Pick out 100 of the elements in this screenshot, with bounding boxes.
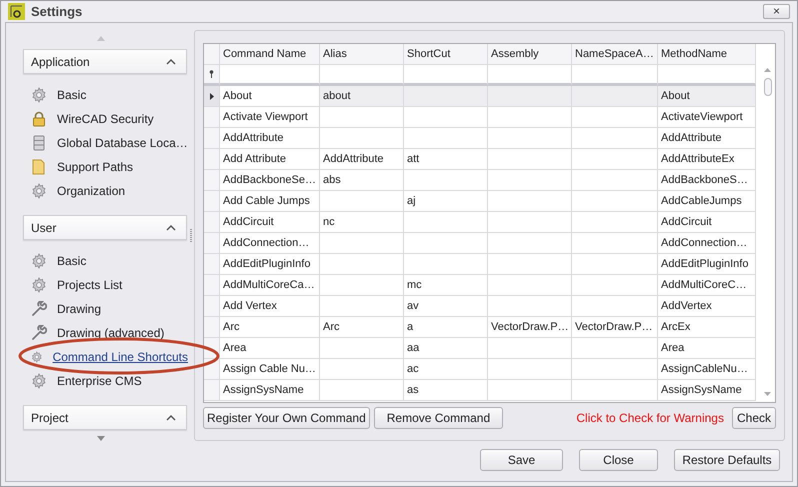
close-button[interactable]: × xyxy=(763,4,790,19)
table-cell: Area xyxy=(220,338,320,359)
column-header[interactable]: Command Name xyxy=(220,44,320,65)
table-cell: AddVertex xyxy=(658,296,756,317)
table-cell: AddEditPluginInfo xyxy=(658,254,756,275)
table-cell: abs xyxy=(320,170,404,191)
collapse-icon[interactable] xyxy=(166,414,176,420)
group-header[interactable]: Project xyxy=(23,405,187,430)
warning-link[interactable]: Click to Check for Warnings xyxy=(576,411,724,425)
table-cell: Add Attribute xyxy=(220,149,320,170)
table-cell: AddAttributeEx xyxy=(658,149,756,170)
table-cell: AssignCableNu… xyxy=(658,359,756,380)
current-row-icon xyxy=(210,92,214,100)
gear-icon xyxy=(31,277,47,293)
scroll-up-icon[interactable] xyxy=(96,36,104,41)
sidebar-item[interactable]: Enterprise CMS xyxy=(57,374,142,388)
sidebar-item[interactable]: Drawing (advanced) xyxy=(57,326,164,340)
table-cell: about xyxy=(320,86,404,107)
table-cell: About xyxy=(220,86,320,107)
sidebar-item[interactable]: Projects List xyxy=(57,278,122,292)
sidebar-item[interactable]: Organization xyxy=(57,184,126,198)
sidebar-item[interactable]: Global Database Loca… xyxy=(57,136,188,150)
table-cell: VectorDraw.P… xyxy=(488,317,572,338)
table-cell: AddBackboneS… xyxy=(658,170,756,191)
app-logo-icon xyxy=(8,3,25,20)
table-cell: aj xyxy=(404,191,488,212)
gear-icon xyxy=(31,373,47,389)
column-header[interactable]: ShortCut xyxy=(404,44,488,65)
table-cell: AddMultiCoreC… xyxy=(658,275,756,296)
table-cell: att xyxy=(404,149,488,170)
sidebar-item[interactable]: Basic xyxy=(57,88,86,102)
save-button[interactable]: Save xyxy=(480,449,563,471)
table-cell: AddAttribute xyxy=(320,149,404,170)
gear-icon xyxy=(31,349,43,365)
group-header[interactable]: User xyxy=(23,215,187,240)
collapse-icon[interactable] xyxy=(166,58,176,64)
table-cell: AddConnection… xyxy=(658,233,756,254)
table-cell: AddEditPluginInfo xyxy=(220,254,320,275)
group-title: Project xyxy=(31,410,68,424)
gear-icon xyxy=(31,253,47,269)
folder-icon xyxy=(31,159,47,175)
scroll-down-icon[interactable] xyxy=(764,392,771,396)
scroll-down-icon[interactable] xyxy=(96,436,104,441)
table-cell: AddAttribute xyxy=(658,128,756,149)
filter-field[interactable] xyxy=(572,65,658,86)
filter-field[interactable] xyxy=(404,65,488,86)
sidebar-item[interactable]: Drawing xyxy=(57,302,102,316)
table-cell: AddMultiCoreCa… xyxy=(220,275,320,296)
sidebar-item[interactable]: Support Paths xyxy=(57,160,134,174)
gear-icon xyxy=(31,87,47,103)
table-cell: as xyxy=(404,380,488,401)
table-cell: nc xyxy=(320,212,404,233)
filter-field[interactable] xyxy=(488,65,572,86)
table-cell: VectorDraw.P… xyxy=(572,317,658,338)
row-indicator[interactable] xyxy=(204,86,220,107)
table-cell: Add Vertex xyxy=(220,296,320,317)
check-button[interactable]: Check xyxy=(732,407,776,429)
group-title: Application xyxy=(31,54,90,68)
table-cell: About xyxy=(658,86,756,107)
table-cell: AddBackboneSe… xyxy=(220,170,320,191)
register-command-button[interactable]: Register Your Own Command xyxy=(203,407,370,429)
scrollbar-thumb[interactable] xyxy=(764,78,772,96)
remove-command-button[interactable]: Remove Command xyxy=(374,407,504,429)
sidebar-item[interactable]: WireCAD Security xyxy=(57,112,154,126)
table-cell: ac xyxy=(404,359,488,380)
scroll-up-icon[interactable] xyxy=(764,68,771,72)
table-cell: AddCircuit xyxy=(220,212,320,233)
wrench-icon xyxy=(31,325,47,341)
table-cell: ArcEx xyxy=(658,317,756,338)
filter-field[interactable] xyxy=(320,65,404,86)
filter-icon xyxy=(209,70,214,78)
column-header[interactable]: Alias xyxy=(320,44,404,65)
filter-field[interactable] xyxy=(658,65,756,86)
table-cell: mc xyxy=(404,275,488,296)
wrench-icon xyxy=(31,301,47,317)
table-cell: AddCircuit xyxy=(658,212,756,233)
column-header[interactable]: MethodName xyxy=(658,44,756,65)
table-cell: a xyxy=(404,317,488,338)
table-cell: AssignSysName xyxy=(658,380,756,401)
window-title: Settings xyxy=(31,4,84,19)
database-icon xyxy=(31,135,47,151)
group-header[interactable]: Application xyxy=(23,49,187,74)
table-cell: AddAttribute xyxy=(220,128,320,149)
column-header[interactable]: Assembly xyxy=(488,44,572,65)
table-cell: av xyxy=(404,296,488,317)
close-button[interactable]: Close xyxy=(579,449,658,471)
table-cell: Arc xyxy=(220,317,320,338)
table-cell: Area xyxy=(658,338,756,359)
table-cell: ActivateViewport xyxy=(658,107,756,128)
filter-field[interactable] xyxy=(220,65,320,86)
padlock-icon xyxy=(31,111,47,127)
table-cell: Arc xyxy=(320,317,404,338)
collapse-icon[interactable] xyxy=(166,224,176,230)
restore-defaults-button[interactable]: Restore Defaults xyxy=(674,449,780,471)
table-cell: Assign Cable Nu… xyxy=(220,359,320,380)
table-cell: aa xyxy=(404,338,488,359)
column-header[interactable]: NameSpaceA… xyxy=(572,44,658,65)
sidebar-item[interactable]: Basic xyxy=(57,254,86,268)
group-title: User xyxy=(31,220,56,234)
gear-icon xyxy=(31,183,47,199)
